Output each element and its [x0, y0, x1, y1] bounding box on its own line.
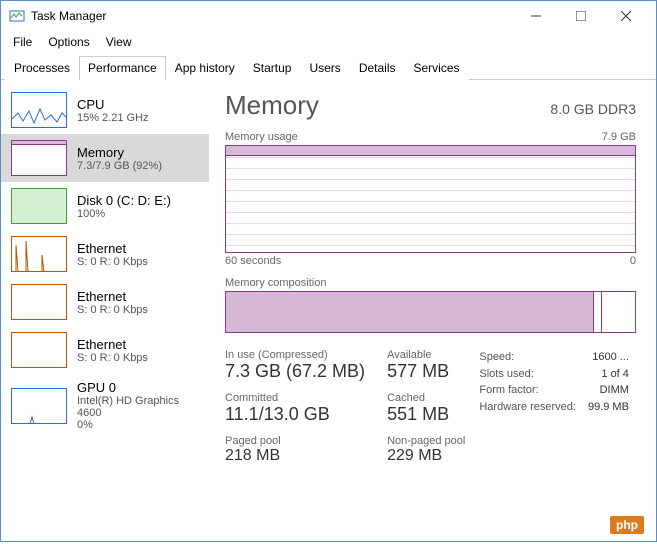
- memory-name: Memory: [77, 145, 162, 160]
- committed-value: 11.1/13.0 GB: [225, 404, 365, 425]
- inuse-value: 7.3 GB (67.2 MB): [225, 361, 365, 382]
- tab-details[interactable]: Details: [350, 56, 405, 80]
- cached-value: 551 MB: [387, 404, 465, 425]
- tab-app-history[interactable]: App history: [166, 56, 244, 80]
- sidebar-item-gpu[interactable]: GPU 0Intel(R) HD Graphics 46000%: [1, 374, 209, 437]
- avail-value: 577 MB: [387, 361, 465, 382]
- sidebar-item-ethernet-2[interactable]: EthernetS: 0 R: 0 Kbps: [1, 326, 209, 374]
- memory-usage-graph[interactable]: [225, 145, 636, 253]
- disk-thumb: [11, 188, 67, 224]
- sidebar-item-memory[interactable]: Memory7.3/7.9 GB (92%): [1, 134, 209, 182]
- eth0-sub: S: 0 R: 0 Kbps: [77, 256, 148, 268]
- cpu-name: CPU: [77, 97, 149, 112]
- speed-label: Speed:: [479, 349, 514, 366]
- paged-value: 218 MB: [225, 447, 365, 465]
- eth1-sub: S: 0 R: 0 Kbps: [77, 304, 148, 316]
- capacity: 8.0 GB DDR3: [550, 101, 636, 117]
- xaxis-right: 0: [630, 255, 636, 267]
- eth2-thumb: [11, 332, 67, 368]
- disk-name: Disk 0 (C: D: E:): [77, 193, 171, 208]
- tab-performance[interactable]: Performance: [79, 56, 166, 80]
- memory-thumb: [11, 140, 67, 176]
- avail-label: Available: [387, 349, 465, 361]
- sidebar: CPU15% 2.21 GHz Memory7.3/7.9 GB (92%) D…: [1, 80, 209, 544]
- inuse-label: In use (Compressed): [225, 349, 365, 361]
- maximize-button[interactable]: [558, 2, 603, 31]
- form-label: Form factor:: [479, 382, 538, 399]
- tab-processes[interactable]: Processes: [5, 56, 79, 80]
- paged-label: Paged pool: [225, 435, 365, 447]
- eth1-name: Ethernet: [77, 289, 148, 304]
- minimize-button[interactable]: [513, 2, 558, 31]
- memory-composition-graph[interactable]: [225, 291, 636, 333]
- gpu-name: GPU 0: [77, 380, 199, 395]
- menu-options[interactable]: Options: [40, 33, 97, 51]
- committed-label: Committed: [225, 392, 365, 404]
- menubar: File Options View: [1, 31, 656, 53]
- page-title: Memory: [225, 90, 319, 121]
- tab-users[interactable]: Users: [300, 56, 349, 80]
- xaxis-left: 60 seconds: [225, 255, 281, 267]
- titlebar: Task Manager: [1, 1, 656, 31]
- slots-label: Slots used:: [479, 366, 533, 383]
- tabs: Processes Performance App history Startu…: [1, 55, 656, 80]
- cpu-thumb: [11, 92, 67, 128]
- gpu-sub: Intel(R) HD Graphics 4600: [77, 395, 199, 419]
- gpu-thumb: [11, 388, 67, 424]
- hwres-value: 99.9 MB: [588, 399, 629, 416]
- watermark: php: [610, 516, 644, 534]
- usage-label: Memory usage: [225, 131, 298, 143]
- tab-startup[interactable]: Startup: [244, 56, 301, 80]
- usage-max: 7.9 GB: [602, 131, 636, 143]
- eth2-sub: S: 0 R: 0 Kbps: [77, 352, 148, 364]
- sidebar-item-disk[interactable]: Disk 0 (C: D: E:)100%: [1, 182, 209, 230]
- window-title: Task Manager: [31, 9, 513, 23]
- sidebar-item-cpu[interactable]: CPU15% 2.21 GHz: [1, 86, 209, 134]
- composition-label: Memory composition: [225, 277, 326, 289]
- nonpaged-value: 229 MB: [387, 447, 465, 465]
- sidebar-item-ethernet-1[interactable]: EthernetS: 0 R: 0 Kbps: [1, 278, 209, 326]
- close-button[interactable]: [603, 2, 648, 31]
- slots-value: 1 of 4: [601, 366, 629, 383]
- menu-view[interactable]: View: [98, 33, 140, 51]
- eth0-thumb: [11, 236, 67, 272]
- eth0-name: Ethernet: [77, 241, 148, 256]
- disk-sub: 100%: [77, 208, 171, 220]
- sidebar-item-ethernet-0[interactable]: EthernetS: 0 R: 0 Kbps: [1, 230, 209, 278]
- cached-label: Cached: [387, 392, 465, 404]
- eth1-thumb: [11, 284, 67, 320]
- tab-services[interactable]: Services: [405, 56, 469, 80]
- eth2-name: Ethernet: [77, 337, 148, 352]
- hwres-label: Hardware reserved:: [479, 399, 576, 416]
- main-panel: Memory 8.0 GB DDR3 Memory usage 7.9 GB 60…: [209, 80, 656, 544]
- cpu-sub: 15% 2.21 GHz: [77, 112, 149, 124]
- menu-file[interactable]: File: [5, 33, 40, 51]
- nonpaged-label: Non-paged pool: [387, 435, 465, 447]
- form-value: DIMM: [600, 382, 629, 399]
- memory-sub: 7.3/7.9 GB (92%): [77, 160, 162, 172]
- app-icon: [9, 8, 25, 24]
- speed-value: 1600 ...: [592, 349, 629, 366]
- gpu-sub2: 0%: [77, 419, 199, 431]
